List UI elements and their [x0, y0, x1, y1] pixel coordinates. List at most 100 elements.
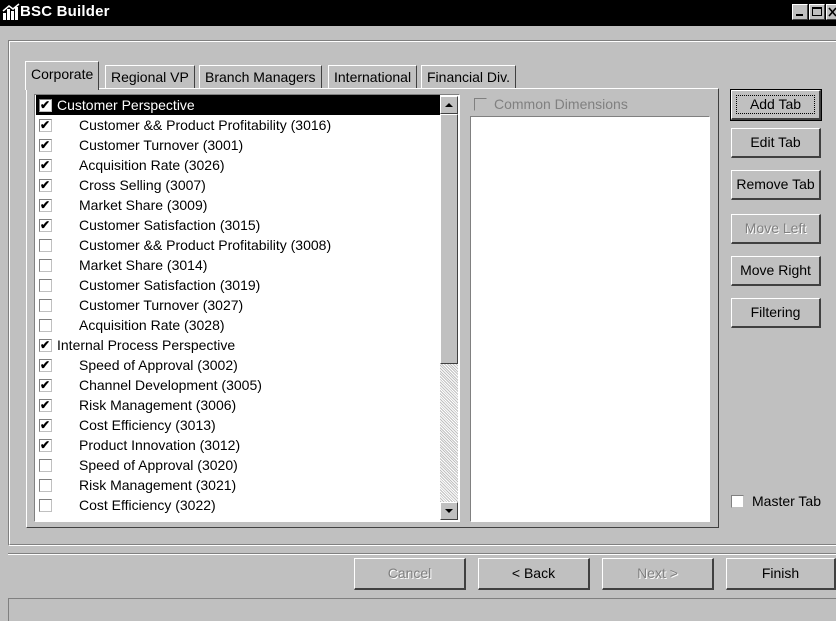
list-item[interactable]: ✔ Product Innovation (3012)	[36, 435, 440, 455]
list-item-checkbox[interactable]: ✔	[39, 218, 52, 232]
list-group-header[interactable]: ✔ Internal Process Perspective	[36, 335, 440, 355]
maximize-button[interactable]	[809, 4, 825, 20]
list-item[interactable]: ✔ Cost Efficiency (3013)	[36, 415, 440, 435]
scroll-down-button[interactable]	[440, 502, 458, 520]
master-tab-box[interactable]	[731, 495, 744, 508]
checkmark-icon: ✔	[40, 158, 51, 172]
vertical-scrollbar[interactable]	[440, 96, 458, 520]
cancel-label: Cancel	[387, 565, 432, 581]
list-item[interactable]: Customer Turnover (3027)	[36, 295, 440, 315]
list-item[interactable]: ✔ Cross Selling (3007)	[36, 175, 440, 195]
separator	[8, 553, 836, 555]
close-button[interactable]	[826, 4, 836, 20]
back-label: < Back	[511, 565, 556, 581]
tab-corporate[interactable]: Corporate	[25, 61, 100, 90]
filtering-button[interactable]: Filtering	[731, 298, 821, 328]
move-left-label: Move Left	[744, 220, 807, 236]
remove-tab-button[interactable]: Remove Tab	[731, 170, 821, 200]
list-item-checkbox[interactable]: ✔	[39, 418, 52, 432]
list-item[interactable]: Customer && Product Profitability (3008)	[36, 235, 440, 255]
list-item[interactable]: ✔ Speed of Approval (3002)	[36, 355, 440, 375]
list-item-checkbox[interactable]	[39, 479, 52, 492]
list-item[interactable]: ✔ Customer Satisfaction (3015)	[36, 215, 440, 235]
cancel-button[interactable]: Cancel	[354, 558, 466, 590]
move-right-button[interactable]: Move Right	[731, 256, 821, 286]
list-item[interactable]: Market Share (3014)	[36, 255, 440, 275]
filtering-label: Filtering	[750, 304, 801, 320]
list-item[interactable]: ✔ Market Share (3009)	[36, 195, 440, 215]
checkmark-icon: ✔	[40, 418, 51, 432]
remove-tab-label: Remove Tab	[736, 176, 815, 192]
list-item[interactable]: ✔ Customer Turnover (3001)	[36, 135, 440, 155]
list-item-checkbox[interactable]: ✔	[39, 398, 52, 412]
list-item-checkbox[interactable]: ✔	[39, 438, 52, 452]
list-item-checkbox[interactable]	[39, 239, 52, 252]
list-item-checkbox[interactable]	[39, 279, 52, 292]
list-item-checkbox[interactable]	[39, 319, 52, 332]
list-group-header[interactable]: ✔ Customer Perspective	[36, 95, 440, 115]
scrollbar-thumb[interactable]	[440, 114, 458, 364]
list-item-checkbox[interactable]: ✔	[39, 178, 52, 192]
list-item-label: Customer Satisfaction (3019)	[79, 277, 261, 293]
list-item-checkbox[interactable]: ✔	[39, 158, 52, 172]
list-item-checkbox[interactable]: ✔	[39, 358, 52, 372]
list-item-label: Channel Development (3005)	[79, 377, 262, 393]
list-item[interactable]: ✔ Customer && Product Profitability (3016…	[36, 115, 440, 135]
common-dimensions-box[interactable]	[474, 98, 487, 111]
list-item-checkbox[interactable]: ✔	[39, 98, 52, 112]
measures-listbox[interactable]: ✔ Customer Perspective ✔ Customer && Produc…	[34, 94, 460, 522]
focus-ring	[736, 95, 815, 114]
list-item-checkbox[interactable]	[39, 259, 52, 272]
checkmark-icon: ✔	[40, 398, 51, 412]
tab-regional-vp[interactable]: Regional VP	[105, 65, 195, 89]
list-item-checkbox[interactable]: ✔	[39, 338, 52, 352]
list-item-checkbox[interactable]: ✔	[39, 138, 52, 152]
back-button[interactable]: < Back	[478, 558, 590, 590]
move-right-label: Move Right	[740, 262, 811, 278]
list-item[interactable]: Customer Satisfaction (3019)	[36, 275, 440, 295]
finish-button[interactable]: Finish	[726, 558, 836, 590]
list-item-label: Market Share (3009)	[79, 197, 208, 213]
list-item-label: Customer && Product Profitability (3008)	[79, 237, 332, 253]
scroll-up-button[interactable]	[440, 96, 458, 114]
list-item[interactable]: ✔ Acquisition Rate (3026)	[36, 155, 440, 175]
list-item-checkbox[interactable]: ✔	[39, 198, 52, 212]
list-item-label: Customer Turnover (3001)	[79, 137, 244, 153]
tab-branch-managers[interactable]: Branch Managers	[199, 65, 322, 89]
list-item-checkbox[interactable]	[39, 459, 52, 472]
checkmark-icon: ✔	[40, 198, 51, 212]
minimize-button[interactable]	[792, 4, 808, 20]
edit-tab-label: Edit Tab	[750, 134, 801, 150]
list-item[interactable]: ✔ Risk Management (3006)	[36, 395, 440, 415]
list-item-checkbox[interactable]: ✔	[39, 118, 52, 132]
list-item[interactable]: Speed of Approval (3020)	[36, 455, 440, 475]
close-icon	[828, 7, 836, 17]
scroll-up-icon	[445, 103, 453, 107]
app-icon	[2, 3, 20, 20]
next-label: Next >	[637, 565, 678, 581]
list-item[interactable]: Cost Efficiency (3022)	[36, 495, 440, 515]
list-item[interactable]: Risk Management (3021)	[36, 475, 440, 495]
add-tab-button[interactable]: Add Tab	[730, 89, 822, 121]
maximize-icon	[812, 7, 822, 16]
move-left-button[interactable]: Move Left	[731, 214, 821, 244]
tab-international[interactable]: International	[328, 65, 418, 89]
list-item-label: Cross Selling (3007)	[79, 177, 206, 193]
list-item-label: Speed of Approval (3002)	[79, 357, 238, 373]
list-item-label: Customer Satisfaction (3015)	[79, 217, 261, 233]
scroll-down-icon	[445, 509, 453, 513]
minimize-icon	[796, 14, 803, 16]
list-item[interactable]: ✔ Channel Development (3005)	[36, 375, 440, 395]
next-button[interactable]: Next >	[602, 558, 714, 590]
checkmark-icon: ✔	[40, 138, 51, 152]
list-item-checkbox[interactable]	[39, 499, 52, 512]
list-item[interactable]: Acquisition Rate (3028)	[36, 315, 440, 335]
title-bar[interactable]: BSC Builder	[0, 0, 836, 26]
list-item-checkbox[interactable]: ✔	[39, 378, 52, 392]
common-dimensions-list[interactable]	[470, 116, 710, 522]
edit-tab-button[interactable]: Edit Tab	[731, 128, 821, 158]
tab-financial-div[interactable]: Financial Div.	[421, 65, 516, 89]
list-item-label: Risk Management (3021)	[79, 477, 237, 493]
list-item-label: Speed of Approval (3020)	[79, 457, 238, 473]
list-item-checkbox[interactable]	[39, 299, 52, 312]
